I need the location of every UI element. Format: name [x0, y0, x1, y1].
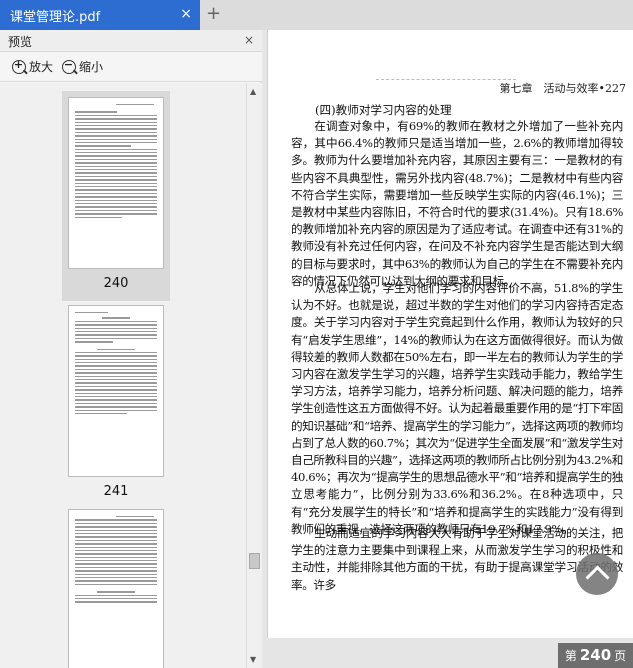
zoom-out-label: 缩小	[79, 60, 104, 74]
zoom-in-label: 放大	[29, 60, 54, 74]
section-title: (四)教师对学习内容的处理	[315, 103, 452, 117]
pdf-page: 第七章 活动与效率•227 (四)教师对学习内容的处理 在调查对象中，有69%的…	[267, 30, 633, 638]
zoom-in-icon: +	[12, 58, 26, 74]
scroll-down-icon[interactable]: ▼	[250, 655, 256, 664]
paragraph: 在调查对象中，有69%的教师在教材之外增加了一些补充内容，其中66.4%的教师只…	[291, 119, 623, 288]
page-number: 240	[579, 646, 612, 664]
thumbnail-label: 240	[103, 276, 129, 291]
scrollbar-thumb[interactable]	[249, 553, 260, 569]
thumbnail-label: 241	[103, 484, 129, 499]
scroll-up-icon[interactable]: ▲	[250, 87, 256, 96]
paragraph: 从总体上说，学生对他们学习的内容评价不高，51.8%的学生认为不好。也就是说，超…	[291, 281, 623, 536]
thumbnail-image	[68, 97, 164, 269]
thumbnail-image	[68, 305, 164, 477]
zoom-in-button[interactable]: + 放大	[12, 58, 53, 75]
close-icon[interactable]: ×	[180, 6, 192, 22]
tab-title: 课堂管理论.pdf	[10, 10, 101, 25]
page-suffix: 页	[614, 649, 627, 663]
sidebar-scrollbar[interactable]: ▲ ▼	[246, 83, 262, 668]
thumbnail-image	[68, 509, 164, 668]
running-head: 第七章 活动与效率•227	[499, 82, 626, 95]
tab-bar: 课堂管理论.pdf × +	[0, 0, 633, 30]
thumbnail-list: 240 241	[0, 83, 246, 668]
page-indicator: 第 240 页	[558, 643, 633, 668]
thumbnail-page-241[interactable]: 241	[62, 299, 170, 509]
sidebar-close-icon[interactable]: ×	[244, 33, 254, 47]
zoom-toolbar: + 放大 − 缩小	[0, 52, 262, 82]
sidebar-header: 预览 ×	[0, 30, 262, 52]
thumbnail-page-242[interactable]	[62, 503, 170, 668]
paragraph: 生动而适宜的学习内容大大有助于学生对课堂活动的关注，把学生的注意力主要集中到课程…	[291, 526, 623, 592]
thumbnail-page-240[interactable]: 240	[62, 91, 170, 301]
page-prefix: 第	[564, 649, 577, 663]
preview-sidebar: 预览 × + 放大 − 缩小 240 241 ▲ ▼	[0, 30, 262, 668]
zoom-out-button[interactable]: − 缩小	[62, 58, 103, 75]
zoom-out-icon: −	[62, 58, 76, 74]
scroll-to-top-button[interactable]	[576, 553, 618, 595]
add-tab-icon[interactable]: +	[206, 4, 221, 24]
tab-document[interactable]: 课堂管理论.pdf ×	[0, 0, 200, 30]
sidebar-title: 预览	[8, 35, 33, 49]
